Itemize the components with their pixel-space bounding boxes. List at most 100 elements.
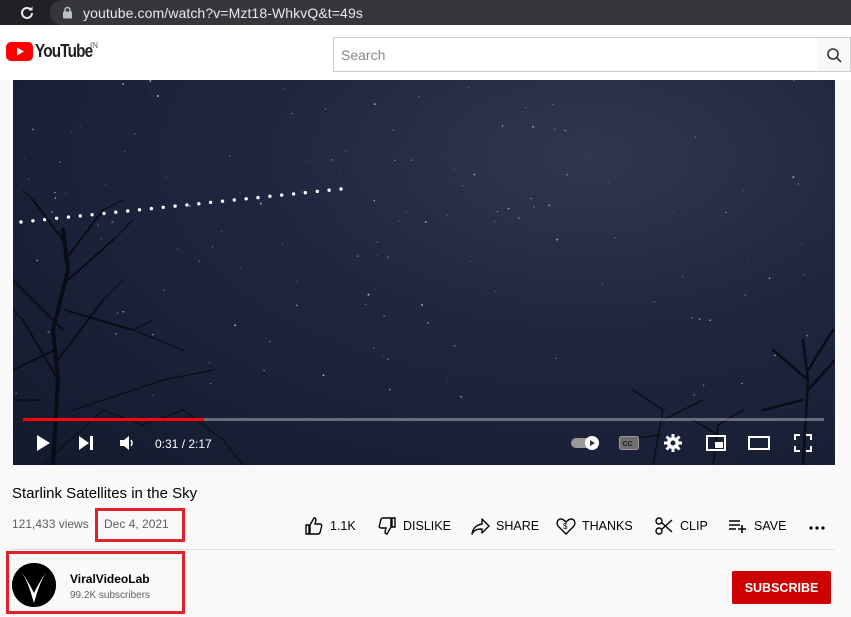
browser-toolbar: youtube.com/watch?v=Mzt18-WhkvQ&t=49s [0, 0, 851, 25]
satellite-dot [78, 214, 83, 218]
star [122, 310, 124, 313]
star [741, 382, 743, 385]
satellite-dot [66, 215, 71, 219]
star [703, 384, 705, 386]
more-actions-button[interactable] [808, 515, 832, 537]
star [345, 150, 347, 153]
theater-mode-button[interactable] [747, 431, 771, 455]
like-button[interactable]: 1.1K [304, 515, 356, 537]
star [97, 224, 99, 226]
volume-button[interactable] [115, 431, 139, 455]
satellite-dot [90, 213, 94, 217]
region-code: IN [90, 41, 98, 50]
autoplay-toggle-icon [571, 436, 599, 450]
search-button[interactable] [817, 37, 851, 72]
star [229, 154, 231, 157]
next-button[interactable] [74, 431, 98, 455]
star [100, 238, 102, 240]
star [394, 159, 396, 162]
star [65, 193, 67, 195]
star [254, 399, 256, 400]
divider [12, 549, 835, 550]
star [208, 362, 210, 364]
share-button[interactable]: SHARE [470, 515, 539, 537]
star [234, 324, 237, 327]
star [376, 255, 378, 257]
star [152, 394, 154, 397]
star [231, 385, 233, 387]
star [259, 202, 262, 205]
star [514, 202, 516, 204]
progress-bar[interactable] [23, 418, 824, 421]
star [47, 331, 50, 333]
star [176, 248, 179, 250]
star [591, 84, 593, 86]
star [410, 159, 413, 161]
play-button[interactable] [31, 431, 55, 455]
captions-button[interactable]: CC [617, 431, 641, 455]
star [550, 82, 552, 83]
star [373, 199, 376, 202]
satellite-dot [197, 202, 201, 206]
fullscreen-icon [794, 434, 812, 452]
star [525, 106, 527, 109]
video-player[interactable]: 0:31 / 2:17 CC [13, 80, 835, 465]
autoplay-toggle[interactable] [569, 431, 603, 455]
clip-icon [655, 517, 673, 535]
satellite-dot [161, 205, 165, 209]
star [156, 95, 159, 97]
search-input[interactable] [341, 46, 817, 63]
star [468, 87, 470, 89]
star [51, 211, 54, 213]
svg-text:$: $ [563, 522, 568, 531]
star [768, 277, 771, 280]
star [694, 136, 697, 138]
star [793, 80, 795, 82]
save-icon [729, 520, 746, 533]
star [54, 197, 57, 199]
star [548, 204, 551, 207]
star [269, 340, 271, 343]
star [747, 261, 749, 263]
address-bar[interactable]: youtube.com/watch?v=Mzt18-WhkvQ&t=49s [50, 0, 851, 25]
satellite-dot [173, 204, 177, 208]
star [806, 334, 808, 337]
star [284, 88, 286, 90]
dislike-button[interactable]: DISLIKE [377, 515, 451, 537]
miniplayer-button[interactable] [704, 431, 728, 455]
star [239, 192, 241, 194]
star [453, 344, 456, 347]
clip-button[interactable]: CLIP [654, 515, 708, 537]
fullscreen-button[interactable] [791, 431, 815, 455]
star [564, 129, 567, 132]
search-box [333, 37, 818, 72]
satellite-dot [102, 211, 106, 216]
satellite-dot [244, 197, 248, 201]
star [496, 210, 499, 213]
share-icon [471, 518, 490, 535]
star [356, 255, 359, 257]
channel-highlight-box [6, 551, 185, 614]
player-controls: 0:31 / 2:17 CC [13, 425, 835, 461]
youtube-header: YouTube IN [0, 25, 851, 80]
reload-icon[interactable] [18, 4, 36, 22]
satellite-dot [315, 189, 319, 194]
star [693, 394, 696, 396]
star [446, 214, 448, 216]
settings-button[interactable] [661, 431, 685, 455]
star [301, 191, 303, 193]
star [421, 304, 423, 306]
video-frame-night-sky [13, 80, 835, 465]
action-bar: 1.1K DISLIKE SHARE $ THANKS CLIP SAVE [0, 515, 851, 537]
youtube-logo[interactable]: YouTube [6, 41, 102, 62]
star [28, 178, 30, 180]
star [725, 211, 727, 214]
save-button[interactable]: SAVE [728, 515, 786, 537]
star [32, 128, 34, 131]
subscribe-button[interactable]: SUBSCRIBE [732, 571, 831, 604]
star [553, 128, 556, 131]
star [282, 242, 283, 244]
thanks-button[interactable]: $ THANKS [556, 515, 633, 537]
clip-label: CLIP [680, 519, 708, 533]
satellite-dot [256, 195, 260, 200]
